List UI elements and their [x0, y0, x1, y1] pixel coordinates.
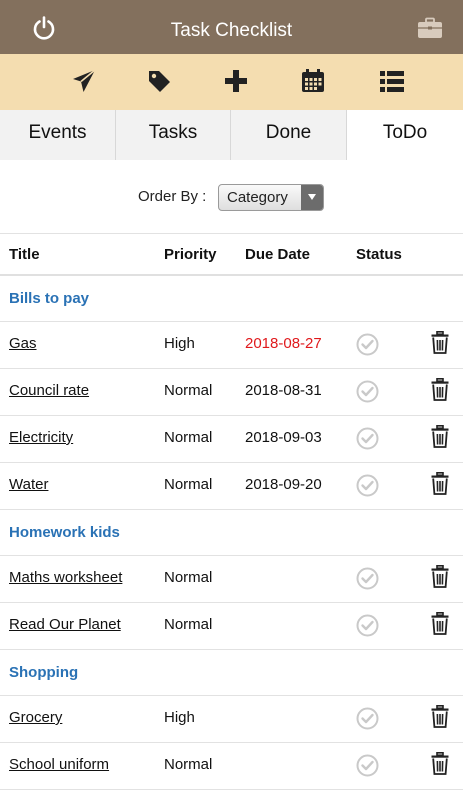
- table-row: Grocery High: [0, 696, 463, 743]
- task-due-date: 2018-08-27: [245, 335, 322, 352]
- task-priority: High: [164, 335, 195, 352]
- group-header: Homework kids: [0, 510, 463, 556]
- check-circle-icon[interactable]: [356, 380, 379, 403]
- task-priority: Normal: [164, 616, 213, 633]
- check-circle-icon[interactable]: [356, 567, 379, 590]
- tab-todo[interactable]: ToDo: [347, 110, 463, 160]
- check-circle-icon[interactable]: [356, 614, 379, 637]
- order-by-bar: Order By : Category: [0, 160, 463, 234]
- table-row: Water Normal 2018-09-20: [0, 463, 463, 510]
- task-title-link[interactable]: Read Our Planet: [9, 616, 121, 633]
- check-circle-icon[interactable]: [356, 427, 379, 450]
- task-title-link[interactable]: Council rate: [9, 382, 89, 399]
- table-row: School uniform Normal: [0, 743, 463, 790]
- app-title: Task Checklist: [170, 20, 293, 41]
- table-row: Gas High 2018-08-27: [0, 322, 463, 369]
- group-name: Bills to pay: [9, 290, 90, 307]
- task-title-link[interactable]: Electricity: [9, 429, 73, 446]
- column-title: Title: [9, 246, 40, 263]
- task-title-link[interactable]: Water: [9, 476, 48, 493]
- task-title-link[interactable]: Grocery: [9, 709, 62, 726]
- table-row: Maths worksheet Normal: [0, 556, 463, 603]
- tab-events[interactable]: Events: [0, 110, 116, 160]
- table-header: Title Priority Due Date Status: [0, 234, 463, 276]
- task-priority: Normal: [164, 756, 213, 773]
- check-circle-icon[interactable]: [356, 474, 379, 497]
- calendar-icon[interactable]: [298, 66, 328, 96]
- table-row: Read Our Planet Normal: [0, 603, 463, 650]
- task-title-link[interactable]: Maths worksheet: [9, 569, 122, 586]
- order-by-value: Category: [227, 189, 288, 206]
- column-due-date: Due Date: [245, 246, 311, 263]
- trash-icon[interactable]: [431, 331, 449, 354]
- trash-icon[interactable]: [431, 752, 449, 775]
- order-by-select[interactable]: Category: [218, 184, 324, 211]
- task-due-date: 2018-09-03: [245, 429, 322, 446]
- send-icon[interactable]: [69, 66, 99, 96]
- plus-icon[interactable]: [221, 66, 251, 96]
- tab-tasks[interactable]: Tasks: [116, 110, 231, 160]
- group-name: Homework kids: [9, 524, 120, 541]
- title-bar: Task Checklist: [0, 0, 463, 54]
- task-title-link[interactable]: School uniform: [9, 756, 109, 773]
- toolbar: [0, 54, 463, 110]
- order-by-label: Order By :: [138, 188, 207, 205]
- task-due-date: 2018-09-20: [245, 476, 322, 493]
- group-header: Bills to pay: [0, 276, 463, 322]
- tab-done[interactable]: Done: [231, 110, 347, 160]
- trash-icon[interactable]: [431, 425, 449, 448]
- task-priority: Normal: [164, 476, 213, 493]
- task-due-date: 2018-08-31: [245, 382, 322, 399]
- task-priority: Normal: [164, 429, 213, 446]
- check-circle-icon[interactable]: [356, 333, 379, 356]
- list-icon[interactable]: [377, 66, 407, 96]
- trash-icon[interactable]: [431, 705, 449, 728]
- trash-icon[interactable]: [431, 612, 449, 635]
- task-title-link[interactable]: Gas: [9, 335, 37, 352]
- trash-icon[interactable]: [431, 565, 449, 588]
- column-priority: Priority: [164, 246, 217, 263]
- trash-icon[interactable]: [431, 472, 449, 495]
- task-priority: Normal: [164, 569, 213, 586]
- task-priority: High: [164, 709, 195, 726]
- tab-bar: Events Tasks Done ToDo: [0, 110, 463, 160]
- table-row: Council rate Normal 2018-08-31: [0, 369, 463, 416]
- group-header: Shopping: [0, 650, 463, 696]
- table-row: Electricity Normal 2018-09-03: [0, 416, 463, 463]
- group-name: Shopping: [9, 664, 79, 681]
- check-circle-icon[interactable]: [356, 707, 379, 730]
- tag-icon[interactable]: [144, 66, 174, 96]
- chevron-down-icon: [301, 185, 323, 210]
- briefcase-icon[interactable]: [417, 17, 443, 39]
- check-circle-icon[interactable]: [356, 754, 379, 777]
- task-priority: Normal: [164, 382, 213, 399]
- column-status: Status: [356, 246, 402, 263]
- trash-icon[interactable]: [431, 378, 449, 401]
